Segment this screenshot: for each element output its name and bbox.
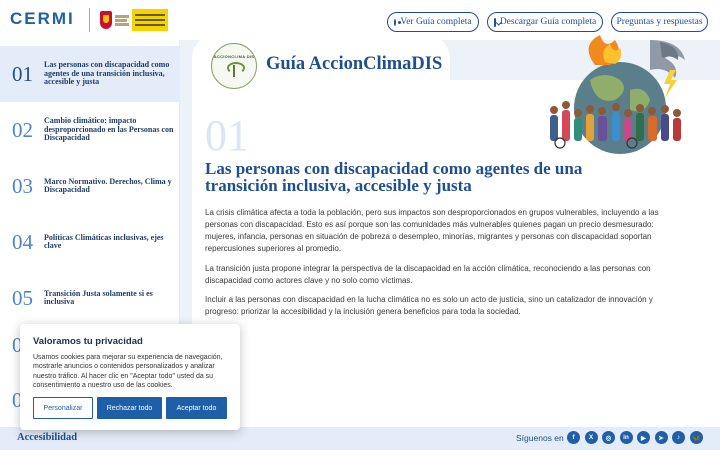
sidebar-item-label: Marco Normativo. Derechos, Clima y Disca… [44, 176, 172, 194]
sidebar-item-02[interactable]: 02 Cambio climático: impacto desproporci… [0, 102, 180, 158]
accessibility-link[interactable]: Accesibilidad [17, 432, 77, 443]
guide-title: Guía AccionClimaDIS [266, 54, 443, 74]
view-guide-label: Ver Guía completa [400, 17, 472, 27]
cookie-text: Usamos cookies para mejorar su experienc… [33, 354, 223, 389]
sidebar-item-01[interactable]: 01 Las personas con discapacidad como ag… [0, 46, 180, 102]
badge-text: ACCIONCLIMA DIS [213, 53, 255, 59]
personalize-button[interactable]: Personalizar [33, 397, 93, 419]
coat-of-arms-icon [100, 11, 112, 29]
faq-label: Preguntas y respuestas [616, 17, 703, 27]
sidebar-item-05[interactable]: 05 Transición Justa solamente si es incl… [0, 270, 180, 326]
government-logo [100, 8, 170, 32]
accept-all-button[interactable]: Aceptar todo [166, 397, 227, 419]
ministry-logo-box [132, 9, 168, 31]
youtube-icon[interactable]: ▶ [637, 431, 650, 444]
section-number: 01 [205, 111, 249, 160]
paragraph-2: La transición justa propone integrar la … [205, 264, 651, 285]
sidebar-item-label: Cambio climático: impacto desproporciona… [44, 116, 174, 143]
plant-icon [227, 61, 245, 77]
bluesky-icon[interactable]: 🦋 [689, 431, 703, 444]
paragraph-3: Incluir a las personas con discapacidad … [205, 295, 653, 316]
download-icon [493, 17, 496, 27]
download-guide-label: Descargar Guía completa [499, 17, 597, 27]
climate-illustration [550, 35, 685, 154]
cermi-logo[interactable]: CERMI [10, 9, 75, 29]
sidebar-item-label: Transición Justa solamente si es inclusi… [44, 288, 153, 306]
sidebar-item-number: 01 [12, 61, 33, 86]
sidebar-item-03[interactable]: 03 Marco Normativo. Derechos, Clima y Di… [0, 158, 180, 214]
sidebar-item-label: Políticas Climáticas inclusivas, ejes cl… [44, 232, 164, 250]
ministry-text-lines [115, 14, 129, 26]
logo-divider [89, 8, 90, 32]
cookie-title: Valoramos tu privacidad [33, 336, 143, 347]
sidebar-item-label: Las personas con discapacidad como agent… [44, 60, 170, 87]
footer: Accesibilidad Síguenos en f X ◎ in ▶ ➤ ♪… [0, 427, 720, 450]
x-icon[interactable]: X [584, 431, 598, 444]
cookie-banner: Valoramos tu privacidad Usamos cookies p… [20, 324, 240, 430]
sidebar-item-number: 05 [12, 285, 33, 310]
social-links: f X ◎ in ▶ ➤ ♪ 🦋 [567, 431, 703, 444]
sidebar-item-number: 04 [12, 229, 33, 254]
linkedin-icon[interactable]: in [619, 431, 633, 444]
tiktok-icon[interactable]: ♪ [672, 431, 685, 444]
view-guide-button[interactable]: Ver Guía completa [387, 12, 479, 32]
sidebar-item-number: 02 [12, 117, 33, 142]
facebook-icon[interactable]: f [567, 431, 580, 444]
paragraph-1: La crisis climática afecta a toda la pob… [205, 208, 659, 253]
sidebar-item-04[interactable]: 04 Políticas Climáticas inclusivas, ejes… [0, 214, 180, 270]
follow-us-label: Síguenos en [516, 433, 564, 443]
faq-button[interactable]: Preguntas y respuestas [611, 12, 708, 32]
telegram-icon[interactable]: ➤ [654, 431, 668, 444]
section-title: Las personas con discapacidad como agent… [205, 159, 583, 195]
sidebar-item-number: 03 [12, 173, 33, 198]
eye-icon [394, 18, 401, 26]
reject-all-button[interactable]: Rechazar todo [97, 397, 162, 419]
instagram-icon[interactable]: ◎ [602, 431, 615, 444]
accionclimadis-badge: ACCIONCLIMA DIS [211, 43, 257, 89]
download-guide-button[interactable]: Descargar Guía completa [487, 12, 603, 32]
